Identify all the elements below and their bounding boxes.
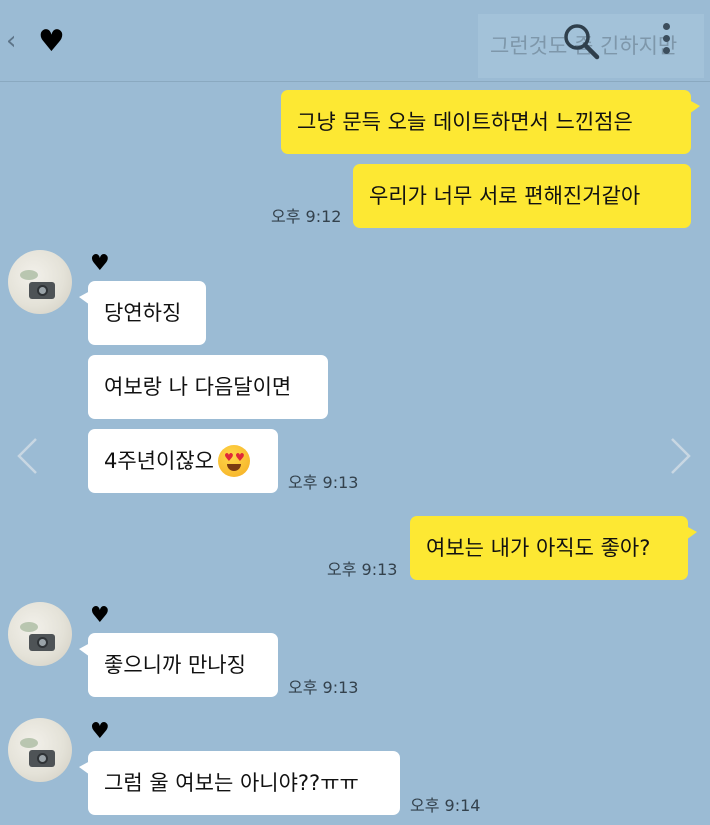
message-text: 여보는 내가 아직도 좋아? <box>426 536 651 560</box>
avatar[interactable] <box>8 602 72 666</box>
message-text: 좋으니까 만나징 <box>104 653 246 677</box>
sender-name: ♥ <box>90 603 110 628</box>
my-message-bubble[interactable]: 그냥 문득 오늘 데이트하면서 느낀점은 <box>281 90 700 154</box>
other-message-bubble[interactable]: 당연하징 <box>79 281 206 345</box>
other-message-bubble[interactable]: 4주년이잖오 ♥ ♥ <box>88 429 278 493</box>
other-message-bubble[interactable]: 좋으니까 만나징 <box>79 633 278 697</box>
other-message-bubble[interactable]: 여보랑 나 다음달이면 <box>88 355 328 419</box>
sender-name: ♥ <box>90 719 110 744</box>
message-text: 그냥 문득 오늘 데이트하면서 느낀점은 <box>297 110 633 134</box>
chat-title: ♥ <box>38 24 65 59</box>
chat-header: ‹ ♥ 그런것도 좀 긴하지만 <box>0 0 710 82</box>
avatar[interactable] <box>8 718 72 782</box>
my-message-bubble[interactable]: 우리가 너무 서로 편해진거같아 <box>353 164 691 228</box>
previous-arrow-icon[interactable] <box>14 436 42 476</box>
sender-name: ♥ <box>90 251 110 276</box>
more-vertical-icon[interactable] <box>654 20 678 62</box>
message-time: 오후 9:14 <box>410 796 481 815</box>
back-icon[interactable]: ‹ <box>6 26 24 56</box>
message-text: 4주년이잖오 <box>104 449 214 473</box>
message-time: 오후 9:13 <box>288 473 359 492</box>
message-text: 우리가 너무 서로 편해진거같아 <box>369 184 641 208</box>
message-text: 여보랑 나 다음달이면 <box>104 375 292 399</box>
heart-eyes-emoji: ♥ ♥ <box>217 445 250 477</box>
message-text: 당연하징 <box>104 301 182 325</box>
message-text: 그럼 울 여보는 아니야??ㅠㅠ <box>104 771 359 795</box>
message-time: 오후 9:13 <box>327 560 398 579</box>
message-time: 오후 9:12 <box>271 207 342 226</box>
other-message-bubble[interactable]: 그럼 울 여보는 아니야??ㅠㅠ <box>79 751 400 815</box>
message-time: 오후 9:13 <box>288 678 359 697</box>
avatar[interactable] <box>8 250 72 314</box>
my-message-bubble[interactable]: 여보는 내가 아직도 좋아? <box>410 516 697 580</box>
next-arrow-icon[interactable] <box>666 436 694 476</box>
search-icon[interactable] <box>560 20 602 62</box>
